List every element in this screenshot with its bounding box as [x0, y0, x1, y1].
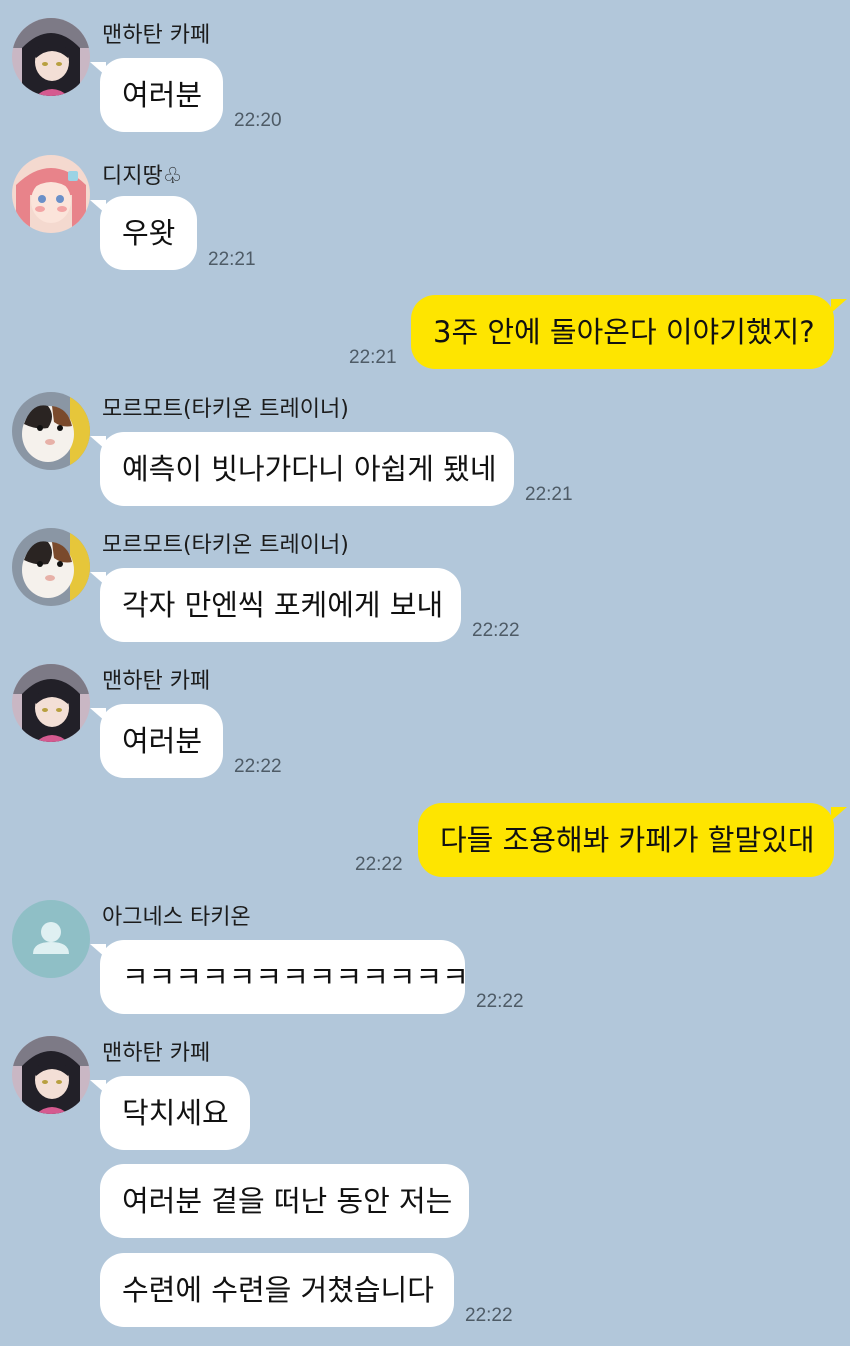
- message-time: 22:22: [465, 1305, 513, 1326]
- bubble-tail: [90, 62, 106, 76]
- anime-girl-dark-hair-avatar-icon: [12, 18, 90, 96]
- avatar[interactable]: [12, 155, 90, 233]
- sender-name: 아그네스 타키온: [102, 905, 251, 930]
- message-time: 22:21: [349, 347, 397, 368]
- anime-girl-pink-hair-avatar-icon: [12, 155, 90, 233]
- message-bubble[interactable]: 각자 만엔씩 포케에게 보내: [100, 568, 461, 642]
- anime-girl-dark-hair-avatar-icon: [12, 1036, 90, 1114]
- avatar[interactable]: [12, 392, 90, 470]
- bubble-tail: [90, 708, 106, 722]
- sender-name: 맨하탄 카페: [102, 669, 211, 694]
- guinea-pig-avatar-icon: [12, 528, 90, 606]
- sender-name: 디지땅♧: [102, 164, 183, 189]
- bubble-tail: [831, 807, 847, 821]
- bubble-tail: [90, 436, 106, 450]
- message-bubble[interactable]: 여러분: [100, 58, 223, 132]
- message-time: 22:21: [208, 249, 256, 270]
- avatar[interactable]: [12, 528, 90, 606]
- anime-girl-dark-hair-avatar-icon: [12, 664, 90, 742]
- my-message-bubble[interactable]: 다들 조용해봐 카페가 할말있대: [418, 803, 834, 877]
- sender-name: 맨하탄 카페: [102, 1041, 211, 1066]
- avatar[interactable]: [12, 18, 90, 96]
- message-bubble[interactable]: ㅋㅋㅋㅋㅋㅋㅋㅋㅋㅋㅋㅋㅋ: [100, 940, 469, 1014]
- bubble-tail: [90, 944, 106, 958]
- bubble-tail: [90, 1080, 106, 1094]
- message-time: 22:22: [355, 854, 403, 875]
- message-time: 22:22: [234, 756, 282, 777]
- default-person-avatar-icon: [12, 900, 90, 978]
- message-bubble[interactable]: 여러분 곁을 떠난 동안 저는: [100, 1164, 469, 1238]
- sender-name: 모르모트(타키온 트레이너): [102, 397, 349, 422]
- avatar[interactable]: [12, 664, 90, 742]
- message-time: 22:22: [476, 991, 524, 1012]
- message-time: 22:22: [472, 620, 520, 641]
- message-bubble[interactable]: 수련에 수련을 거쳤습니다: [100, 1253, 454, 1327]
- message-bubble[interactable]: 예측이 빗나가다니 아쉽게 됐네: [100, 432, 514, 506]
- bubble-tail: [831, 299, 847, 313]
- message-bubble[interactable]: 여러분: [100, 704, 223, 778]
- message-time: 22:21: [525, 484, 573, 505]
- sender-name: 모르모트(타키온 트레이너): [102, 533, 349, 558]
- message-bubble[interactable]: 우왓: [100, 196, 197, 270]
- avatar[interactable]: [12, 900, 90, 978]
- avatar[interactable]: [12, 1036, 90, 1114]
- message-bubble[interactable]: 닥치세요: [100, 1076, 250, 1150]
- sender-name: 맨하탄 카페: [102, 23, 211, 48]
- guinea-pig-avatar-icon: [12, 392, 90, 470]
- bubble-tail: [90, 200, 106, 214]
- my-message-bubble[interactable]: 3주 안에 돌아온다 이야기했지?: [411, 295, 834, 369]
- message-time: 22:20: [234, 110, 282, 131]
- bubble-tail: [90, 572, 106, 586]
